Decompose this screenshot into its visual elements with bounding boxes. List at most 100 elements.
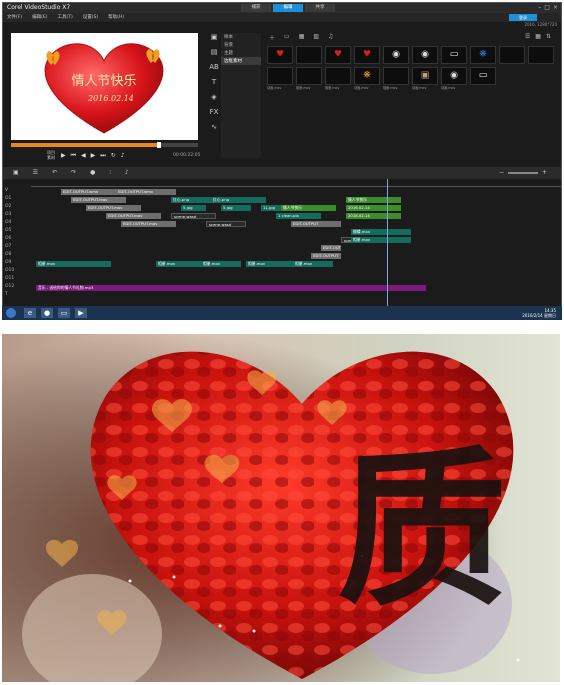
storyboard-view-icon[interactable]: ▣ [13,169,19,177]
explorer-icon[interactable]: ▭ [58,308,70,318]
track-header[interactable]: O10 [5,268,29,276]
timeline-clip[interactable]: 5.jpg [181,205,206,211]
track-header[interactable]: O8 [5,252,29,260]
track-header[interactable]: O9 [5,260,29,268]
timeline-clip[interactable]: 相册.mov [201,261,241,267]
menu-file[interactable]: 文件(F) [7,13,22,22]
library-thumbnail[interactable]: ◉ [412,46,438,64]
zoom-in-icon[interactable]: + [542,169,547,176]
track-header[interactable]: O5 [5,228,29,236]
timeline-clip[interactable]: 2016.02.14 [346,213,401,219]
path-icon[interactable]: ∿ [211,123,217,131]
timeline-clip[interactable]: 相册.mov [293,261,333,267]
track-header[interactable]: O4 [5,220,29,228]
timeline-clip[interactable]: 相册.mov [36,261,111,267]
timeline-clip[interactable]: 相册.mov [246,261,296,267]
step-forward-icon[interactable]: ▶ [91,152,96,160]
mode-clip[interactable]: 素材 [47,155,55,160]
timeline-clip[interactable]: scene.wasd [206,221,246,227]
sort-icon[interactable]: ⇅ [546,33,551,40]
timeline-clip[interactable]: 2016.02.14 [346,205,401,211]
track-header[interactable]: O3 [5,212,29,220]
timeline-clip[interactable]: 音乐 - 送给你的情人节礼物.mp3 [36,285,426,291]
redo-icon[interactable]: ↷ [71,169,76,177]
timeline-clip[interactable]: 蝴蝶.mov [351,229,411,235]
audio-filter-icon[interactable]: ♫ [328,33,333,42]
add-folder-icon[interactable]: ＋ [269,33,275,42]
track-header[interactable]: O7 [5,244,29,252]
undo-icon[interactable]: ↶ [52,169,57,177]
close-icon[interactable]: × [553,4,558,11]
library-thumbnail[interactable]: 动画.mov [267,67,293,90]
preview-window[interactable]: 情人节快乐 2016.02.14 [11,33,198,140]
video-filter-icon[interactable]: ▦ [299,33,305,42]
menu-settings[interactable]: 设置(S) [83,13,98,22]
timeline-clip[interactable]: 5.jpg [221,205,251,211]
title-icon[interactable]: T [212,78,216,86]
tab-capture[interactable]: 捕获 [241,4,271,12]
library-thumbnail[interactable]: ❋ 动画.mov [354,67,380,90]
timeline-ruler[interactable] [31,181,561,187]
preview-scrubber[interactable] [11,142,198,148]
timeline-clip[interactable]: EDIT-OUTPUT [311,253,341,259]
timeline-clip[interactable]: EDIT-OUTPUT.mov [106,213,161,219]
track-header[interactable]: T [5,292,29,300]
timeline-clip[interactable]: 相册.mov [351,237,411,243]
timeline-clip[interactable]: EDIT-OUTPUT [321,245,341,251]
graphic-icon[interactable]: ◈ [211,93,216,101]
minimize-icon[interactable]: – [538,4,541,11]
timeline-clip[interactable]: EDIT-OUTPUT.mov [71,197,126,203]
library-thumbnail[interactable]: ♥ [267,46,293,64]
timeline-view-icon[interactable]: ☰ [33,169,38,177]
step-back-icon[interactable]: ◀ [81,152,86,160]
timeline-clip[interactable]: 红心.png [211,197,266,203]
folder-item[interactable]: 样本 [221,33,261,41]
ie-icon[interactable]: e [24,308,36,318]
timeline-clip[interactable]: 情人节快乐 [346,197,401,203]
track-header[interactable]: O1 [5,196,29,204]
photo-filter-icon[interactable]: ▧ [313,33,319,42]
library-thumbnail[interactable]: ◉ 动画.mov [441,67,467,90]
start-button[interactable] [6,308,16,318]
track-header[interactable]: O6 [5,236,29,244]
auto-music-icon[interactable]: ♪ [125,169,129,177]
zoom-slider[interactable] [507,171,538,174]
skip-end-icon[interactable]: ⏭ [100,152,105,160]
timeline-clip[interactable]: EDIT-OUTPUT [291,221,341,227]
media-icon[interactable]: ▣ [211,33,218,41]
list-view-icon[interactable]: ☰ [525,33,530,40]
folder-item-selected[interactable]: 边框素材 [221,57,261,65]
qq-icon[interactable]: ● [41,308,53,318]
track-header[interactable]: O2 [5,204,29,212]
library-thumbnail[interactable]: ▣ 动画.mov [412,67,438,90]
timeline-clip[interactable]: 1 clean.pia [276,213,321,219]
library-thumbnail[interactable]: 相册.mov [325,67,351,90]
scrubber-handle[interactable] [156,142,161,148]
play-icon[interactable]: ▶ [61,152,66,160]
library-thumbnail[interactable] [296,46,322,64]
zoom-out-icon[interactable]: − [499,169,504,176]
transition-icon[interactable]: AB [209,63,219,71]
timecode[interactable]: 00:00:22:05 [173,153,200,158]
timeline-clip[interactable]: EDIT-OUTPUT.wmv [116,189,176,195]
mixer-icon[interactable]: ⫶ [109,169,111,177]
library-thumbnail[interactable]: ♥ [325,46,351,64]
playhead[interactable] [387,179,388,309]
record-icon[interactable]: ● [90,169,95,177]
track-header[interactable]: O12 [5,284,29,292]
instant-project-icon[interactable]: ▤ [211,48,218,56]
timeline-clip[interactable]: scene.wasd [171,213,216,219]
maximize-icon[interactable]: □ [544,4,550,11]
track-header[interactable]: O11 [5,276,29,284]
menu-help[interactable]: 帮助(H) [108,13,124,22]
library-thumbnail[interactable]: ♥ [354,46,380,64]
timeline-clip[interactable]: EDIT-OUTPUT.wmv [61,189,121,195]
grid-view-icon[interactable]: ▦ [535,33,541,40]
library-thumbnail[interactable]: 相册.mov [383,67,409,90]
library-thumbnail[interactable] [499,46,525,64]
menu-edit[interactable]: 编辑(E) [32,13,47,22]
skip-start-icon[interactable]: ⏮ [71,152,76,160]
library-thumbnail[interactable] [528,46,554,64]
timeline-clip[interactable]: EDIT-OUTPUT.mov [86,205,141,211]
videostudio-icon[interactable]: ▶ [75,308,87,318]
